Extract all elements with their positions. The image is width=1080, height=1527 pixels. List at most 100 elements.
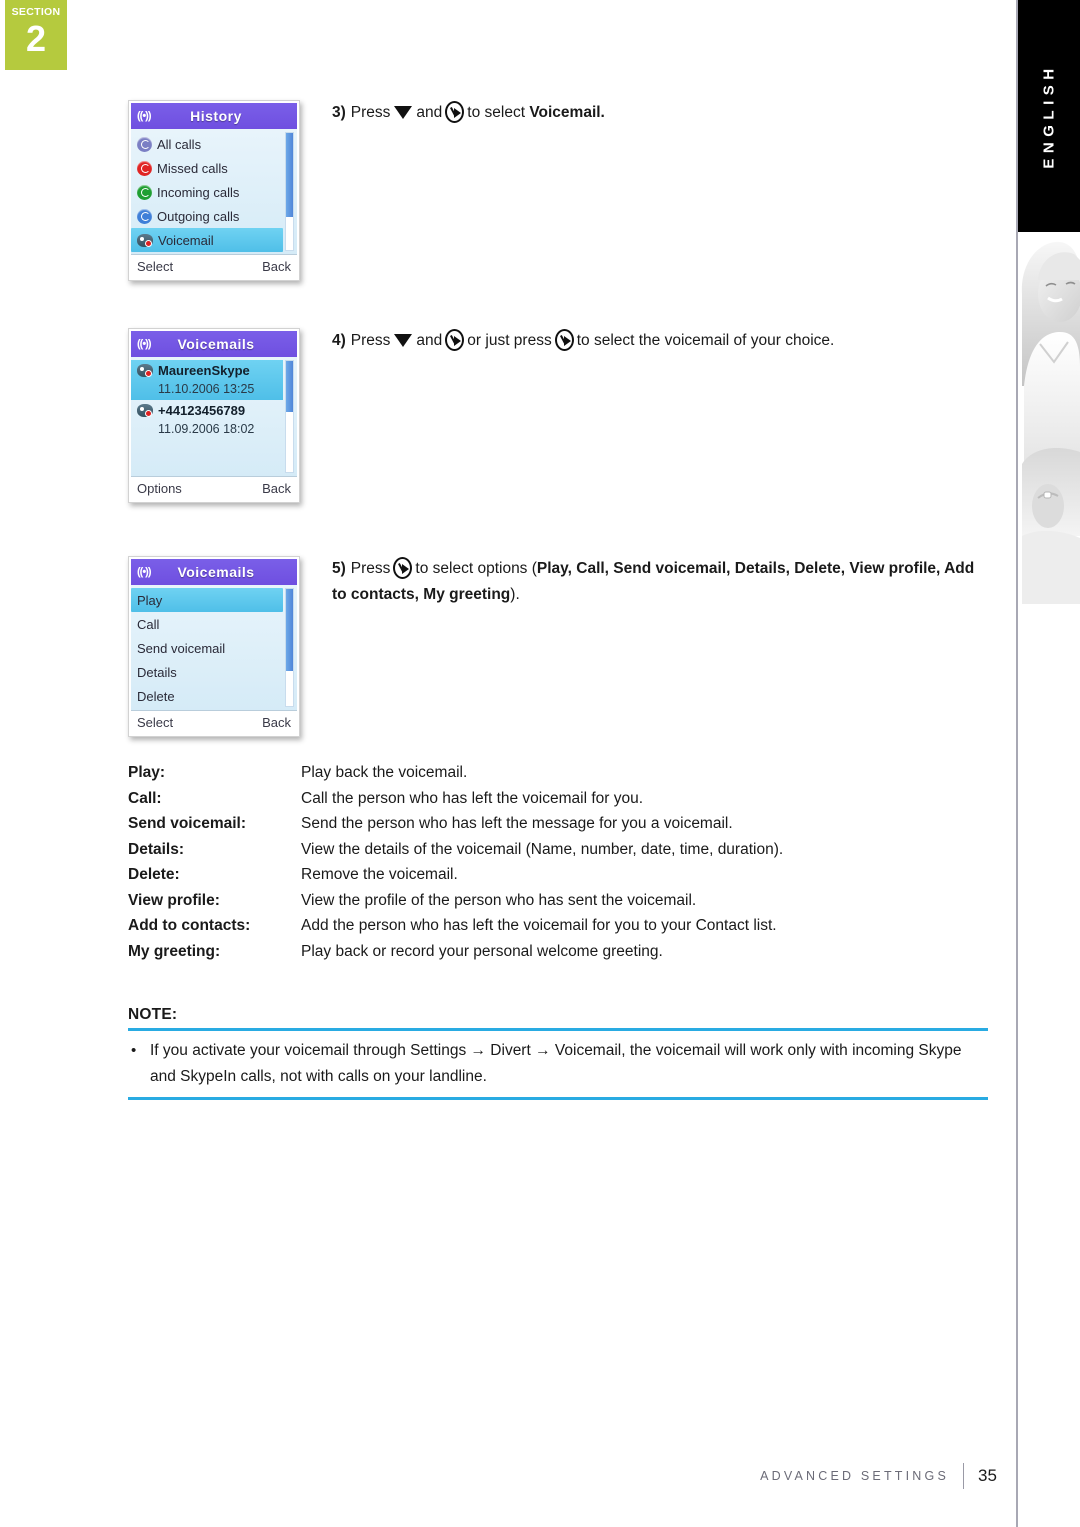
section-word: SECTION <box>11 6 61 18</box>
step-3-mid: and <box>416 104 443 121</box>
step-5-tail: ). <box>510 586 520 603</box>
list-item[interactable]: Missed calls <box>131 156 297 180</box>
decorative-photo <box>1018 236 1080 691</box>
phone-screen-voicemail-options: ((•)) Voicemails Play Call Send voicemai… <box>128 556 300 737</box>
screen-body: MaureenSkype 11.10.2006 13:25 +441234567… <box>131 357 297 476</box>
list-item[interactable]: All calls <box>131 132 297 156</box>
option-item[interactable]: Delete <box>131 684 297 708</box>
step-3-number: 3) <box>332 104 346 121</box>
screen-title: History <box>190 108 242 124</box>
step-5: 5) Press to select options (Play, Call, Se… <box>332 556 992 608</box>
definition-description: Send the person who has left the message… <box>301 815 733 832</box>
definition-row: Delete: Remove the voicemail. <box>128 862 988 888</box>
definition-description: Remove the voicemail. <box>301 866 458 883</box>
step-5-number: 5) <box>332 560 346 577</box>
option-item[interactable]: Call <box>131 612 297 636</box>
list-item[interactable]: Outgoing calls <box>131 204 297 228</box>
option-item[interactable]: Details <box>131 660 297 684</box>
note-block: NOTE: • If you activate your voicemail t… <box>128 1006 988 1100</box>
list-item-selected[interactable]: Voicemail <box>131 228 283 252</box>
phone-screen-voicemails-list: ((•)) Voicemails MaureenSkype 11.10.2006… <box>128 328 300 503</box>
phone-screen-history: ((•)) History All calls Missed calls Inc… <box>128 100 300 281</box>
step-4-post: to select the voicemail of your choice. <box>576 332 835 349</box>
section-badge: SECTION 2 <box>5 0 67 70</box>
definition-description: View the details of the voicemail (Name,… <box>301 840 784 858</box>
definition-description: Play back or record your personal welcom… <box>301 942 663 960</box>
left-softkey[interactable]: Select <box>137 259 173 274</box>
screen-title: Voicemails <box>177 336 255 352</box>
list-item-label: Incoming calls <box>157 184 240 200</box>
voicemail-entry-name: MaureenSkype <box>158 362 250 378</box>
softkey-bar: Options Back <box>131 476 297 500</box>
step-3: 3) Press and to select Voicemail. <box>332 100 992 126</box>
list-item-label: All calls <box>157 136 202 152</box>
screen-body: All calls Missed calls Incoming calls Ou… <box>131 129 297 254</box>
note-label: NOTE: <box>128 1006 178 1023</box>
note-text: If you activate your voicemail through S… <box>150 1042 962 1085</box>
step-3-pre: Press <box>350 104 391 121</box>
voicemail-entry-name: +44123456789 <box>158 402 246 418</box>
select-button-icon <box>445 329 465 351</box>
option-item-label: Details <box>137 664 177 680</box>
options-definition-list: Play: Play back the voicemail. Call: Cal… <box>128 760 988 964</box>
definition-row: Add to contacts: Add the person who has … <box>128 913 988 939</box>
definition-term: Play: <box>128 764 166 781</box>
screen-header: ((•)) History <box>131 103 297 129</box>
signal-icon: ((•)) <box>137 338 152 350</box>
page-number: 35 <box>978 1466 997 1485</box>
definition-term: Add to contacts: <box>128 917 251 934</box>
step-3-bold-tail: Voicemail. <box>529 104 605 121</box>
missed-calls-icon <box>137 160 152 176</box>
definition-term: My greeting: <box>128 942 221 960</box>
voicemail-icon <box>137 403 153 417</box>
definition-row: Play: Play back the voicemail. <box>128 760 988 786</box>
select-button-icon <box>393 557 413 579</box>
screen-body: Play Call Send voicemail Details Delete <box>131 585 297 710</box>
voicemail-icon <box>137 363 153 377</box>
step-4-mid: and <box>416 332 443 349</box>
option-item-selected[interactable]: Play <box>131 588 283 612</box>
phone-inner: ((•)) History All calls Missed calls Inc… <box>131 103 297 278</box>
select-button-icon <box>445 101 465 123</box>
list-item-label: Voicemail <box>158 232 214 248</box>
note-body: • If you activate your voicemail through… <box>128 1031 988 1097</box>
option-item[interactable]: Send voicemail <box>131 636 297 660</box>
definition-row: Send voicemail: Send the person who has … <box>128 811 988 837</box>
voicemail-entry-date: 11.09.2006 18:02 <box>158 422 255 436</box>
signal-icon: ((•)) <box>137 566 152 578</box>
step-4-pre: Press <box>350 332 391 349</box>
list-item[interactable]: Incoming calls <box>131 180 297 204</box>
definition-description: Add the person who has left the voicemai… <box>301 917 777 934</box>
all-calls-icon <box>137 136 152 152</box>
section-number: 2 <box>25 18 47 59</box>
select-button-icon <box>554 329 574 351</box>
note-bullet: • <box>131 1042 137 1059</box>
page-footer: ADVANCED SETTINGS 35 <box>0 1463 1016 1489</box>
definition-term: View profile: <box>128 891 220 909</box>
right-softkey[interactable]: Back <box>262 481 291 496</box>
option-item-label: Delete <box>137 688 175 704</box>
voicemail-entry[interactable]: +44123456789 11.09.2006 18:02 <box>131 400 297 440</box>
voicemail-entry-name-row: +44123456789 <box>137 400 297 420</box>
outgoing-calls-icon <box>137 208 152 224</box>
right-softkey[interactable]: Back <box>262 259 291 274</box>
left-softkey[interactable]: Options <box>137 481 182 496</box>
phone-inner: ((•)) Voicemails MaureenSkype 11.10.2006… <box>131 331 297 500</box>
arrow-down-icon <box>394 106 413 119</box>
right-softkey[interactable]: Back <box>262 715 291 730</box>
step-4-mid2: or just press <box>467 332 552 349</box>
definition-term: Delete: <box>128 866 180 883</box>
screen-header: ((•)) Voicemails <box>131 559 297 585</box>
voicemail-entry-selected[interactable]: MaureenSkype 11.10.2006 13:25 <box>131 360 283 400</box>
voicemail-entry-name-row: MaureenSkype <box>137 360 283 380</box>
definition-term: Call: <box>128 789 162 807</box>
screen-header: ((•)) Voicemails <box>131 331 297 357</box>
definition-row: My greeting: Play back or record your pe… <box>128 939 988 965</box>
footer-title: ADVANCED SETTINGS <box>760 1469 949 1483</box>
definition-description: Call the person who has left the voicema… <box>301 789 644 807</box>
step-4: 4) Press and or just press to select the voi… <box>332 328 1012 354</box>
step-3-post: to select <box>467 104 526 121</box>
left-softkey[interactable]: Select <box>137 715 173 730</box>
step-5-post: to select options ( <box>415 560 537 577</box>
language-tab-english: ENGLISH <box>1018 0 1080 232</box>
